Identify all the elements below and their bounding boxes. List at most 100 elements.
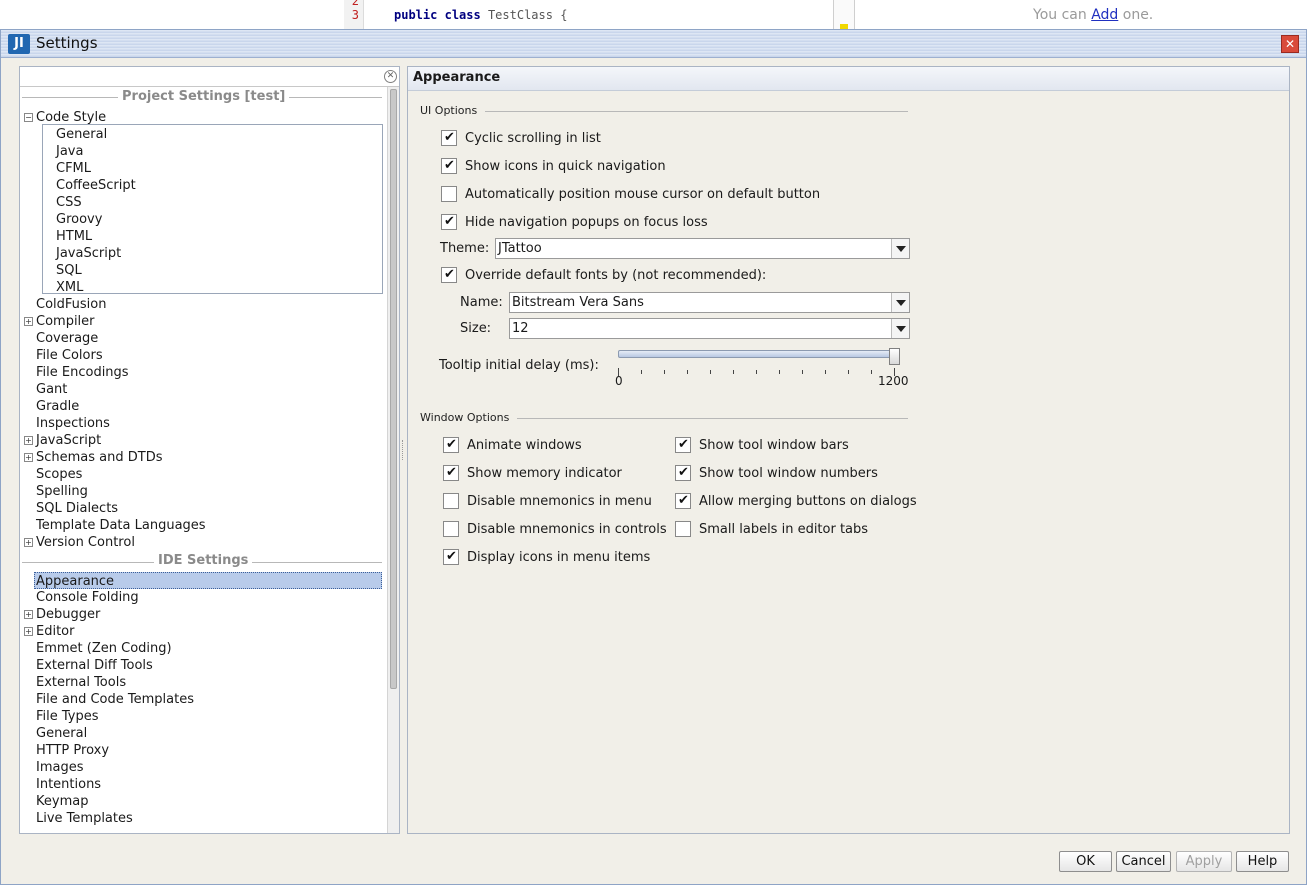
code-keyword: public [394,8,438,22]
slider-tick [733,370,734,374]
option-checkbox[interactable] [675,521,691,537]
option-checkbox[interactable] [441,186,457,202]
option-checkbox[interactable] [443,549,459,565]
chevron-down-icon[interactable] [891,239,909,258]
apply-button[interactable]: Apply [1176,851,1232,872]
font-name-value: Bitstream Vera Sans [512,295,644,310]
cancel-button[interactable]: Cancel [1116,851,1171,872]
tree-item-spelling[interactable]: Spelling [36,483,88,500]
expand-icon[interactable]: + [24,610,33,619]
option-label: Show memory indicator [467,466,622,481]
option-checkbox[interactable] [675,437,691,453]
tree-item-compiler[interactable]: Compiler [36,313,95,330]
window-title: Settings [36,34,98,52]
font-size-select[interactable]: 12 [509,318,910,339]
slider-tick [641,370,642,374]
tree-item-debugger[interactable]: Debugger [36,606,100,623]
chevron-down-icon[interactable] [891,293,909,312]
option-label: Animate windows [467,438,582,453]
tree-item-cfml[interactable]: CFML [56,160,91,177]
tree-scrollbar[interactable] [387,87,399,833]
tree-item-appearance[interactable]: Appearance [34,572,382,589]
tree-item-file-types[interactable]: File Types [36,708,99,725]
ok-button[interactable]: OK [1059,851,1112,872]
tooltip-delay-slider[interactable]: 0 1200 [615,348,912,388]
search-input[interactable] [20,67,399,87]
tree-item-intentions[interactable]: Intentions [36,776,101,793]
title-bar[interactable]: JI Settings ✕ [1,30,1306,58]
tree-item-http-proxy[interactable]: HTTP Proxy [36,742,109,759]
option-checkbox[interactable] [675,465,691,481]
expand-icon[interactable]: + [24,317,33,326]
close-icon[interactable]: ✕ [1281,35,1299,53]
tree-item-file-colors[interactable]: File Colors [36,347,103,364]
expand-icon[interactable]: + [24,627,33,636]
clear-search-icon[interactable]: ✕ [384,70,397,83]
tree-item-javascript[interactable]: JavaScript [36,432,101,449]
add-link[interactable]: Add [1091,7,1118,23]
tree-item-keymap[interactable]: Keymap [36,793,88,810]
font-name-select[interactable]: Bitstream Vera Sans [509,292,910,313]
option-checkbox[interactable] [443,437,459,453]
tree-item-coldfusion[interactable]: ColdFusion [36,296,106,313]
tree-item-javascript[interactable]: JavaScript [56,245,121,262]
tree-item-groovy[interactable]: Groovy [56,211,102,228]
tree-item-general[interactable]: General [56,126,107,143]
theme-select[interactable]: JTattoo [495,238,910,259]
tree-item-general[interactable]: General [36,725,87,742]
tree-item-xml[interactable]: XML [56,279,83,296]
settings-tree-panel: ✕ Project Settings [test] − Code Style G… [19,66,400,834]
option-checkbox[interactable] [441,214,457,230]
tree-item-sql-dialects[interactable]: SQL Dialects [36,500,118,517]
tree-item-coffeescript[interactable]: CoffeeScript [56,177,136,194]
slider-max-label: 1200 [878,374,909,388]
option-checkbox[interactable] [441,158,457,174]
slider-tick [871,370,872,374]
option-label: Disable mnemonics in menu [467,494,652,509]
hint-text: You can [1033,7,1087,23]
slider-thumb[interactable] [889,348,900,365]
splitter-handle[interactable] [402,440,405,460]
tree-item-gradle[interactable]: Gradle [36,398,79,415]
tree-item-sql[interactable]: SQL [56,262,82,279]
tree-item-css[interactable]: CSS [56,194,82,211]
option-checkbox[interactable] [443,521,459,537]
help-button[interactable]: Help [1236,851,1289,872]
tree-item-gant[interactable]: Gant [36,381,67,398]
scrollbar-thumb[interactable] [390,89,397,689]
option-label: Small labels in editor tabs [699,522,869,537]
tree-item-version-control[interactable]: Version Control [36,534,135,551]
slider-track[interactable] [618,350,900,358]
expand-icon[interactable]: + [24,538,33,547]
tree-item-external-tools[interactable]: External Tools [36,674,126,691]
tree-item-template-data-languages[interactable]: Template Data Languages [36,517,206,534]
editor-gutter: 2 3 [344,0,364,30]
option-checkbox[interactable] [443,465,459,481]
override-fonts-checkbox[interactable] [441,267,457,283]
tree-item-inspections[interactable]: Inspections [36,415,110,432]
tree-item-scopes[interactable]: Scopes [36,466,82,483]
tree-item-external-diff-tools[interactable]: External Diff Tools [36,657,153,674]
option-checkbox[interactable] [675,493,691,509]
tree-item-file-and-code-templates[interactable]: File and Code Templates [36,691,194,708]
expand-icon[interactable]: + [24,453,33,462]
chevron-down-icon[interactable] [891,319,909,338]
panel-title: Appearance [413,70,501,85]
option-checkbox[interactable] [441,130,457,146]
panel-header: Appearance [408,67,1289,91]
tree-item-coverage[interactable]: Coverage [36,330,98,347]
tree-item-html[interactable]: HTML [56,228,92,245]
tree-item-file-encodings[interactable]: File Encodings [36,364,129,381]
expand-icon[interactable]: + [24,436,33,445]
tree-item-live-templates[interactable]: Live Templates [36,810,133,827]
tree-item-java[interactable]: Java [56,143,83,160]
tree-item-console-folding[interactable]: Console Folding [36,589,139,606]
slider-tick [687,370,688,374]
tree-item-schemas-and-dtds[interactable]: Schemas and DTDs [36,449,163,466]
code-class-name: TestClass { [487,8,568,22]
option-checkbox[interactable] [443,493,459,509]
collapse-icon[interactable]: − [24,113,33,122]
tree-item-emmet-zen-coding-[interactable]: Emmet (Zen Coding) [36,640,172,657]
tree-item-images[interactable]: Images [36,759,84,776]
tree-item-editor[interactable]: Editor [36,623,74,640]
